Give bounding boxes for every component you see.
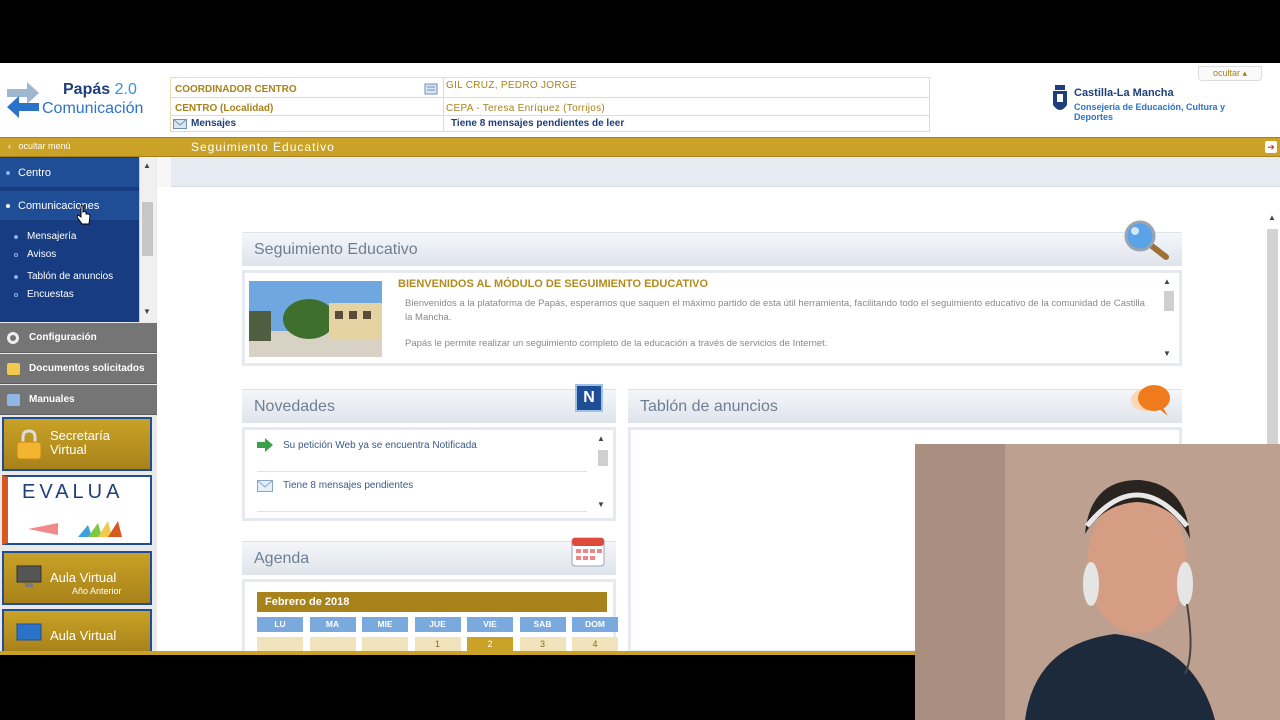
calendar-weekday-lu: LU xyxy=(257,617,303,632)
calendar-day-cell[interactable]: 4 xyxy=(572,637,618,651)
envelope-icon xyxy=(173,119,187,129)
sidebar-item-encuestas[interactable]: Encuestas xyxy=(14,289,74,300)
calendar-weekday-jue: JUE xyxy=(414,617,461,632)
lock-icon xyxy=(16,429,42,460)
pending-messages-link[interactable]: Tiene 8 mensajes pendientes de leer xyxy=(451,118,624,129)
calendar-weekday-ma: MA xyxy=(309,617,356,632)
welcome-scrollbar[interactable]: ▲ ▼ xyxy=(1163,277,1175,361)
presenter-video-image xyxy=(915,444,1280,720)
speech-bubble-icon xyxy=(1131,385,1170,416)
jccm-logo: Castilla-La Mancha Consejería de Educaci… xyxy=(1052,85,1252,122)
calendar-month: Febrero de 2018 xyxy=(257,592,607,612)
monitor-icon xyxy=(16,623,42,641)
coat-of-arms-icon xyxy=(1053,85,1067,110)
school-building-image xyxy=(249,281,382,357)
sidebar-item-tablon[interactable]: Tablón de anuncios xyxy=(14,271,113,282)
org-name: Castilla-La Mancha xyxy=(1074,87,1174,99)
logo-title: Papás 2.0 xyxy=(63,81,137,98)
aula2-label: Aula Virtual xyxy=(50,628,117,643)
folder-icon xyxy=(7,363,20,375)
sidebar: Centro Comunicaciones Mensajería Avisos … xyxy=(0,157,157,653)
aula-virtual-button[interactable]: Aula Virtual xyxy=(2,609,152,653)
aula1-label: Aula Virtual xyxy=(50,570,117,585)
calendar-day-cell xyxy=(257,637,303,651)
agenda-panel-header: Agenda xyxy=(242,537,616,575)
logo-subtitle: Comunicación xyxy=(42,100,144,117)
role-label: COORDINADOR CENTRO xyxy=(175,84,297,95)
screen: Papás 2.0 Comunicación COORDINADOR CENTR… xyxy=(0,0,1280,720)
seguimiento-panel: BIENVENIDOS AL MÓDULO DE SEGUIMIENTO EDU… xyxy=(242,270,1182,366)
calendar-day-cell[interactable]: 3 xyxy=(519,637,566,651)
id-card-icon[interactable] xyxy=(424,83,438,95)
seguimiento-title: Seguimiento Educativo xyxy=(254,241,418,258)
sidebar-nav: Centro Comunicaciones Mensajería Avisos … xyxy=(0,157,139,322)
calendar-weekday-sab: SAB xyxy=(519,617,566,632)
seguimiento-panel-header: Seguimiento Educativo xyxy=(242,220,1182,266)
novedad-text: Su petición Web ya se encuentra Notifica… xyxy=(283,440,477,451)
calendar-icon xyxy=(571,537,605,567)
tablon-title: Tablón de anuncios xyxy=(640,398,778,415)
user-name: GIL CRUZ, PEDRO JORGE xyxy=(446,80,577,91)
logout-icon[interactable]: ➔ xyxy=(1265,141,1277,153)
sidebar-item-configuracion[interactable]: Configuración xyxy=(0,323,157,353)
section-title: Seguimiento Educativo xyxy=(191,140,335,154)
calendar-weekday-dom: DOM xyxy=(572,617,618,632)
secretaria-label: Secretaría Virtual xyxy=(50,428,110,457)
arrows-logo-icon xyxy=(7,82,39,118)
envelope-icon xyxy=(257,480,273,492)
content-top-strip xyxy=(157,157,1280,187)
sidebar-item-mensajeria[interactable]: Mensajería xyxy=(14,231,76,242)
sidebar-scrollbar[interactable]: ▲ ▼ xyxy=(139,157,156,322)
novedades-title: Novedades xyxy=(254,398,335,415)
calendar-weekday-mie: MIE xyxy=(362,617,408,632)
hide-header-button[interactable]: ocultar ▴ xyxy=(1198,66,1262,81)
papas-logo[interactable]: Papás 2.0 Comunicación xyxy=(5,77,150,123)
welcome-paragraph-2: Papás le permite realizar un seguimiento… xyxy=(405,338,828,349)
user-info-table: COORDINADOR CENTRO GIL CRUZ, PEDRO JORGE… xyxy=(170,77,930,132)
colored-pencils-icon xyxy=(28,521,122,537)
aula1-sublabel: Año Anterior xyxy=(72,586,122,596)
evalua-label: EVALUA xyxy=(22,481,124,503)
evalua-button[interactable]: EVALUA xyxy=(2,475,152,545)
novedades-panel-header: Novedades N xyxy=(242,384,616,423)
bottom-gold-line xyxy=(0,651,915,655)
messages-link[interactable]: Mensajes xyxy=(191,118,236,129)
green-arrow-icon xyxy=(257,438,273,452)
calendar-weekday-vie: VIE xyxy=(467,617,513,632)
novedades-scrollbar[interactable]: ▲ ▼ xyxy=(597,434,609,514)
hide-menu-button[interactable]: ‹ ocultar menú xyxy=(8,141,71,151)
novedades-panel: Su petición Web ya se encuentra Notifica… xyxy=(242,427,616,521)
agenda-title: Agenda xyxy=(254,550,310,567)
gear-icon xyxy=(7,332,19,344)
centro-label: CENTRO (Localidad) xyxy=(175,103,274,114)
calendar-day-cell[interactable]: 2 xyxy=(467,637,513,651)
magnifier-icon xyxy=(1124,220,1169,260)
webcam-overlay xyxy=(915,444,1280,720)
new-badge-icon: N xyxy=(575,384,603,412)
aula-virtual-anterior-button[interactable]: Aula Virtual Año Anterior xyxy=(2,551,152,605)
sidebar-item-manuales[interactable]: Manuales xyxy=(0,385,157,415)
welcome-heading: BIENVENIDOS AL MÓDULO DE SEGUIMIENTO EDU… xyxy=(398,278,709,290)
sidebar-item-centro[interactable]: Centro xyxy=(0,158,139,188)
sidebar-item-documentos[interactable]: Documentos solicitados xyxy=(0,354,157,384)
monitor-icon xyxy=(16,565,42,587)
page-header: Papás 2.0 Comunicación COORDINADOR CENTR… xyxy=(0,63,1280,137)
book-icon xyxy=(7,394,20,406)
centro-value: CEPA - Teresa Enríquez (Torrijos) xyxy=(446,103,606,114)
list-item[interactable]: Su petición Web ya se encuentra Notifica… xyxy=(257,432,587,472)
list-item[interactable]: Tiene 8 mensajes pendientes xyxy=(257,472,587,512)
org-dept: Consejería de Educación, Cultura y Depor… xyxy=(1074,102,1226,122)
tablon-panel-header: Tablón de anuncios xyxy=(628,385,1182,423)
sidebar-item-avisos[interactable]: Avisos xyxy=(14,249,56,260)
sidebar-item-comunicaciones[interactable]: Comunicaciones xyxy=(0,191,139,221)
title-bar: ‹ ocultar menú Seguimiento Educativo ➔ xyxy=(0,137,1280,157)
calendar-day-cell xyxy=(309,637,356,651)
calendar-day-cell[interactable]: 1 xyxy=(414,637,461,651)
agenda-panel: Febrero de 2018 LU MA MIE JUE VIE SAB DOM 1234 xyxy=(242,579,618,653)
calendar-day-cell xyxy=(362,637,408,651)
mouse-cursor-icon xyxy=(77,205,91,225)
welcome-paragraph-1: Bienvenidos a la plataforma de Papás, es… xyxy=(405,298,1145,323)
novedad-text: Tiene 8 mensajes pendientes xyxy=(283,480,414,491)
secretaria-virtual-button[interactable]: Secretaría Virtual xyxy=(2,417,152,471)
